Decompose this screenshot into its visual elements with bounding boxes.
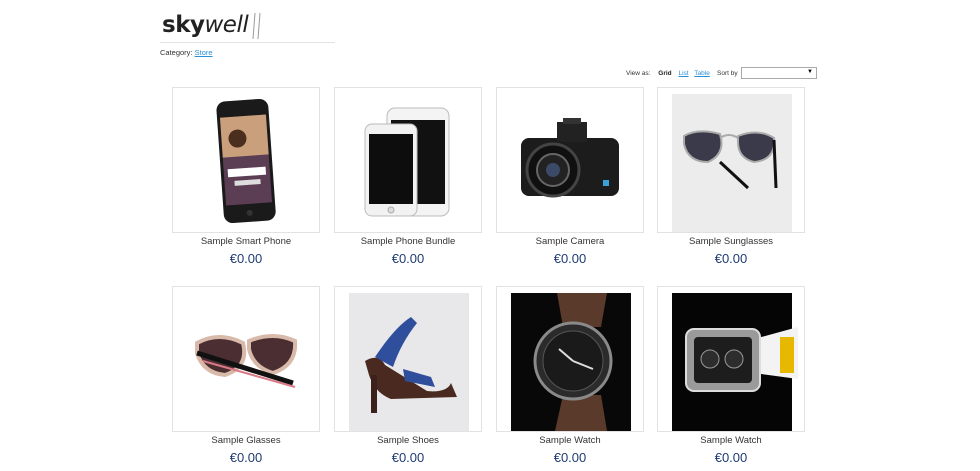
product-card[interactable]: Sample Watch €0.00: [657, 286, 805, 466]
product-name[interactable]: Sample Camera: [496, 236, 644, 248]
product-card[interactable]: Sample Watch €0.00: [496, 286, 644, 466]
view-list-link[interactable]: List: [678, 70, 688, 77]
product-card[interactable]: Sample Phone Bundle €0.00: [334, 87, 482, 267]
product-image[interactable]: [172, 286, 320, 432]
category-link-store[interactable]: Store: [195, 48, 213, 57]
product-card[interactable]: Sample Glasses €0.00: [172, 286, 320, 466]
product-image[interactable]: [334, 286, 482, 432]
product-name[interactable]: Sample Shoes: [334, 435, 482, 447]
glasses-icon: [195, 334, 298, 388]
view-table-link[interactable]: Table: [694, 70, 710, 77]
view-as-label: View as:: [626, 70, 651, 77]
product-image[interactable]: [496, 286, 644, 432]
product-card[interactable]: Sample Shoes €0.00: [334, 286, 482, 466]
product-price: €0.00: [391, 251, 425, 266]
product-image[interactable]: [172, 87, 320, 233]
category-line: Category: Store: [160, 48, 213, 57]
sunglasses-icon: [672, 94, 792, 232]
product-image[interactable]: [334, 87, 482, 233]
watch-icon: [511, 293, 631, 431]
watch-icon: [672, 293, 798, 431]
product-image[interactable]: [657, 286, 805, 432]
product-name[interactable]: Sample Phone Bundle: [334, 236, 482, 248]
product-image[interactable]: [496, 87, 644, 233]
sort-by-label: Sort by: [717, 70, 738, 77]
product-name[interactable]: Sample Smart Phone: [172, 236, 320, 248]
product-name[interactable]: Sample Watch: [496, 435, 644, 447]
category-label: Category:: [160, 48, 193, 57]
header-divider: [160, 42, 335, 43]
product-image[interactable]: [657, 87, 805, 233]
product-price: €0.00: [553, 251, 587, 266]
product-price: €0.00: [714, 251, 748, 266]
smartphone-icon: [216, 98, 276, 224]
shoes-icon: [349, 293, 469, 431]
product-price: €0.00: [229, 450, 263, 465]
view-grid-option[interactable]: Grid: [658, 70, 671, 77]
view-as-switcher: View as: Grid List Table: [626, 70, 714, 77]
sort-by-select[interactable]: ▼: [741, 67, 817, 79]
phone-bundle-icon: [364, 107, 450, 217]
product-price: €0.00: [391, 450, 425, 465]
camera-icon: [521, 118, 619, 198]
product-card[interactable]: Sample Smart Phone €0.00: [172, 87, 320, 267]
logo-text: skywell: [162, 12, 249, 38]
logo-slash-icon: [252, 12, 261, 40]
product-card[interactable]: Sample Sunglasses €0.00: [657, 87, 805, 267]
product-card[interactable]: Sample Camera €0.00: [496, 87, 644, 267]
dropdown-arrow-icon: ▼: [807, 69, 813, 75]
product-price: €0.00: [553, 450, 587, 465]
site-logo[interactable]: skywell: [162, 8, 261, 42]
product-name[interactable]: Sample Glasses: [172, 435, 320, 447]
product-price: €0.00: [229, 251, 263, 266]
product-price: €0.00: [714, 450, 748, 465]
product-name[interactable]: Sample Watch: [657, 435, 805, 447]
product-name[interactable]: Sample Sunglasses: [657, 236, 805, 248]
